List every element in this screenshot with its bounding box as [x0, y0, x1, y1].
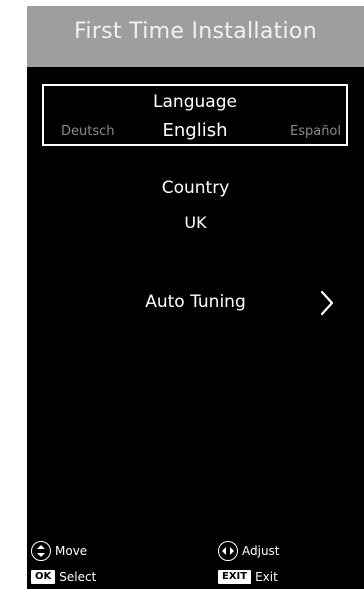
hint-select: OK Select [31, 570, 96, 584]
language-selector[interactable]: Language Deutsch English Español [42, 84, 348, 146]
hint-exit-label: Exit [255, 570, 278, 584]
country-heading: Country [161, 178, 230, 198]
language-heading: Language [153, 92, 237, 112]
ok-key-icon: OK [31, 570, 56, 584]
up-down-arrows-icon [31, 541, 51, 561]
language-option-next[interactable]: Español [290, 124, 341, 139]
hint-select-label: Select [59, 570, 97, 584]
hint-adjust: Adjust [218, 541, 280, 561]
left-right-arrows-icon [218, 541, 238, 561]
tv-screen: First Time Installation Language Deutsch… [27, 6, 364, 589]
hint-move-label: Move [55, 544, 88, 558]
hint-adjust-label: Adjust [242, 544, 280, 558]
footer-hints: Move Adjust OK Select EXIT Exit [27, 536, 364, 589]
chevron-right-icon[interactable] [320, 290, 334, 316]
hint-exit: EXIT Exit [218, 570, 278, 584]
page-title: First Time Installation [74, 19, 317, 44]
auto-tuning-item[interactable]: Auto Tuning [27, 286, 364, 326]
title-bar: First Time Installation [27, 6, 364, 67]
country-value[interactable]: UK [27, 213, 364, 232]
exit-key-icon: EXIT [218, 570, 252, 584]
hint-move: Move [31, 541, 87, 561]
auto-tuning-label: Auto Tuning [145, 292, 246, 312]
